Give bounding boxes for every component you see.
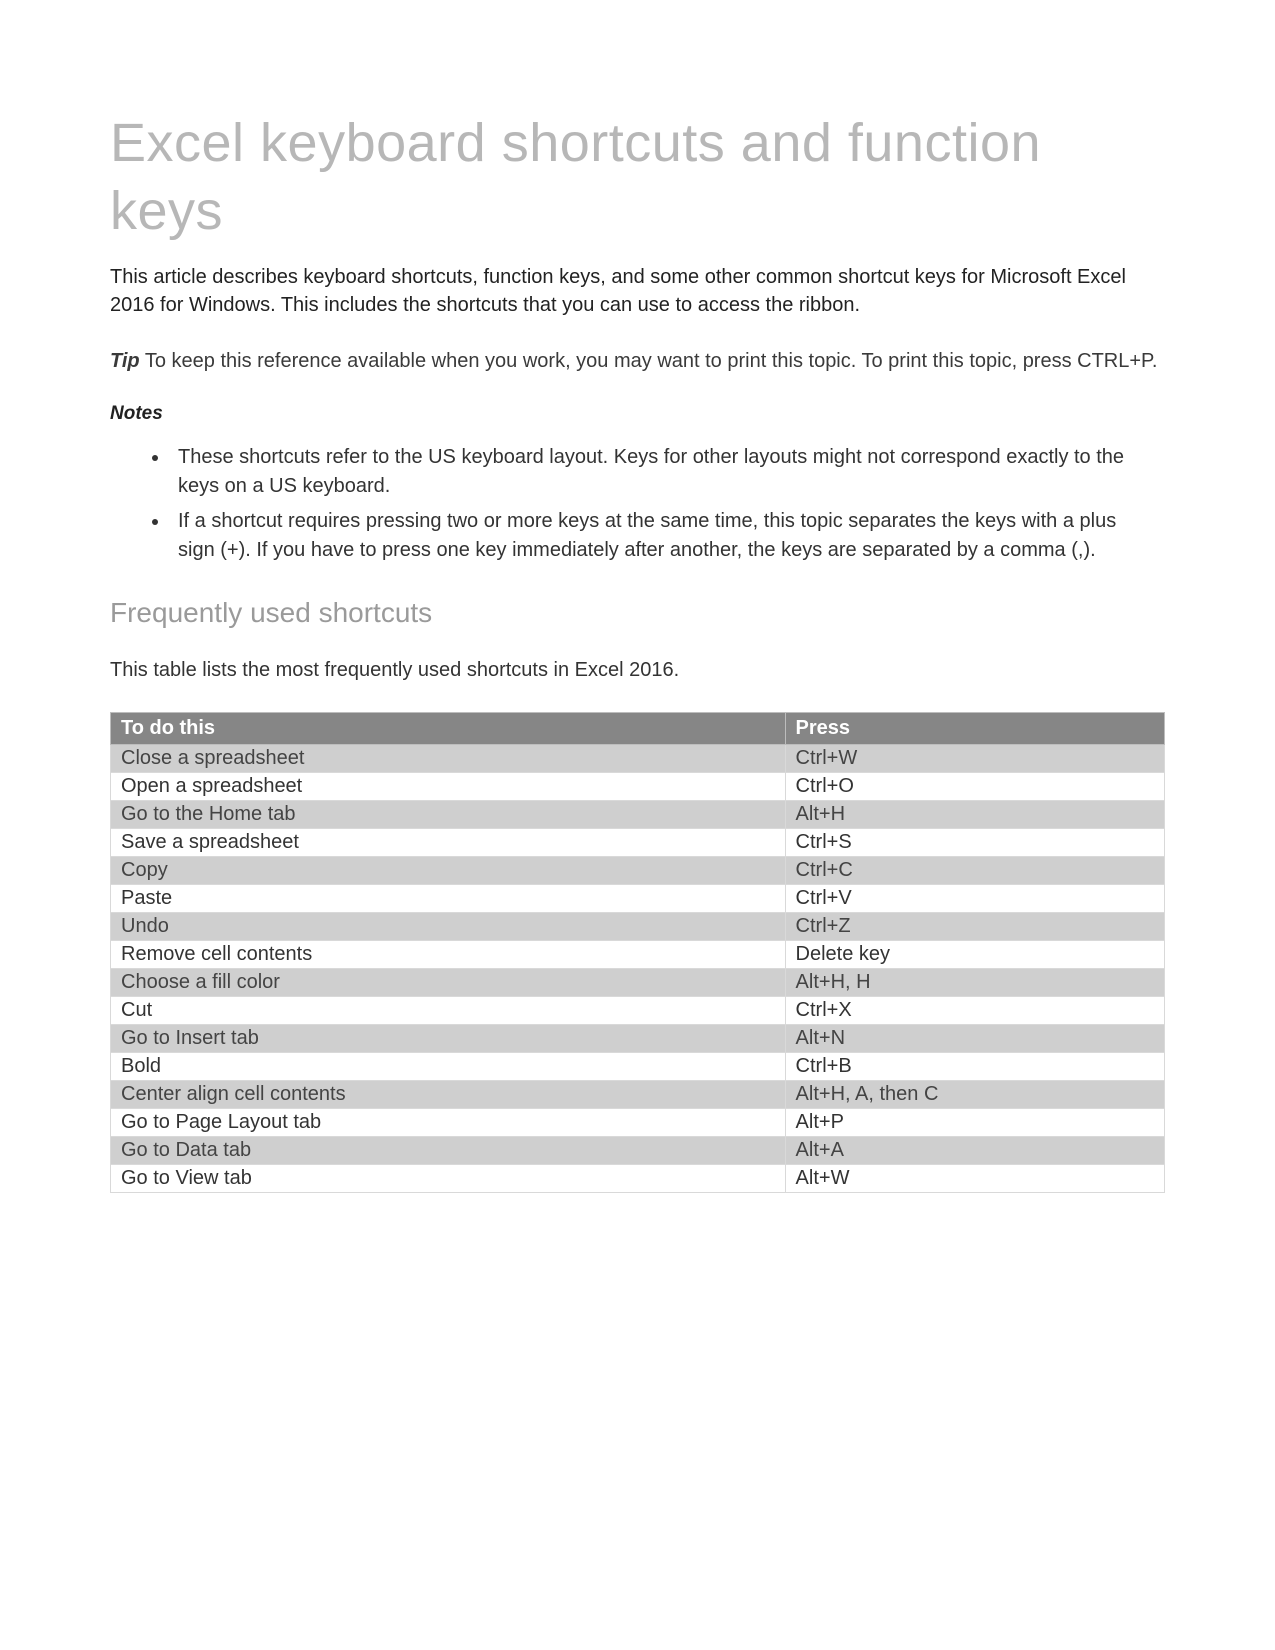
cell-key: Ctrl+B — [785, 1053, 1164, 1081]
cell-action: Remove cell contents — [111, 941, 786, 969]
table-row: Go to Insert tabAlt+N — [111, 1025, 1165, 1053]
intro-paragraph: This article describes keyboard shortcut… — [110, 263, 1165, 319]
cell-action: Go to View tab — [111, 1165, 786, 1193]
document-page: Excel keyboard shortcuts and function ke… — [0, 0, 1275, 1193]
cell-action: Open a spreadsheet — [111, 773, 786, 801]
table-row: Save a spreadsheetCtrl+S — [111, 829, 1165, 857]
notes-list: These shortcuts refer to the US keyboard… — [170, 443, 1165, 565]
cell-key: Ctrl+V — [785, 885, 1164, 913]
cell-key: Alt+H — [785, 801, 1164, 829]
table-row: Go to View tabAlt+W — [111, 1165, 1165, 1193]
table-header-action: To do this — [111, 713, 786, 745]
cell-action: Undo — [111, 913, 786, 941]
cell-action: Center align cell contents — [111, 1081, 786, 1109]
cell-key: Delete key — [785, 941, 1164, 969]
table-row: BoldCtrl+B — [111, 1053, 1165, 1081]
table-row: Center align cell contentsAlt+H, A, then… — [111, 1081, 1165, 1109]
cell-key: Ctrl+Z — [785, 913, 1164, 941]
cell-action: Go to Insert tab — [111, 1025, 786, 1053]
shortcuts-table: To do this Press Close a spreadsheetCtrl… — [110, 712, 1165, 1193]
table-row: Go to Page Layout tabAlt+P — [111, 1109, 1165, 1137]
cell-key: Alt+A — [785, 1137, 1164, 1165]
tip-label: Tip — [110, 350, 140, 372]
table-row: Choose a fill colorAlt+H, H — [111, 969, 1165, 997]
table-row: Go to the Home tabAlt+H — [111, 801, 1165, 829]
notes-label: Notes — [110, 403, 1165, 425]
cell-action: Choose a fill color — [111, 969, 786, 997]
cell-action: Copy — [111, 857, 786, 885]
cell-key: Alt+W — [785, 1165, 1164, 1193]
table-intro: This table lists the most frequently use… — [110, 659, 1165, 682]
cell-key: Alt+H, A, then C — [785, 1081, 1164, 1109]
notes-item: These shortcuts refer to the US keyboard… — [170, 443, 1165, 501]
notes-item: If a shortcut requires pressing two or m… — [170, 507, 1165, 565]
cell-action: Close a spreadsheet — [111, 745, 786, 773]
section-heading: Frequently used shortcuts — [110, 597, 1165, 629]
cell-key: Ctrl+W — [785, 745, 1164, 773]
table-row: Remove cell contentsDelete key — [111, 941, 1165, 969]
cell-key: Ctrl+X — [785, 997, 1164, 1025]
table-row: CopyCtrl+C — [111, 857, 1165, 885]
page-title: Excel keyboard shortcuts and function ke… — [110, 110, 1165, 245]
table-header-key: Press — [785, 713, 1164, 745]
cell-action: Go to Data tab — [111, 1137, 786, 1165]
cell-key: Alt+P — [785, 1109, 1164, 1137]
cell-action: Go to the Home tab — [111, 801, 786, 829]
cell-key: Ctrl+O — [785, 773, 1164, 801]
table-row: Open a spreadsheetCtrl+O — [111, 773, 1165, 801]
cell-key: Alt+N — [785, 1025, 1164, 1053]
table-row: Go to Data tabAlt+A — [111, 1137, 1165, 1165]
tip-text: To keep this reference available when yo… — [140, 350, 1158, 372]
cell-action: Go to Page Layout tab — [111, 1109, 786, 1137]
cell-action: Cut — [111, 997, 786, 1025]
table-row: CutCtrl+X — [111, 997, 1165, 1025]
tip-paragraph: Tip To keep this reference available whe… — [110, 347, 1165, 375]
cell-action: Bold — [111, 1053, 786, 1081]
table-row: UndoCtrl+Z — [111, 913, 1165, 941]
table-row: PasteCtrl+V — [111, 885, 1165, 913]
table-header-row: To do this Press — [111, 713, 1165, 745]
table-row: Close a spreadsheetCtrl+W — [111, 745, 1165, 773]
cell-action: Save a spreadsheet — [111, 829, 786, 857]
cell-key: Ctrl+S — [785, 829, 1164, 857]
cell-key: Alt+H, H — [785, 969, 1164, 997]
cell-key: Ctrl+C — [785, 857, 1164, 885]
cell-action: Paste — [111, 885, 786, 913]
